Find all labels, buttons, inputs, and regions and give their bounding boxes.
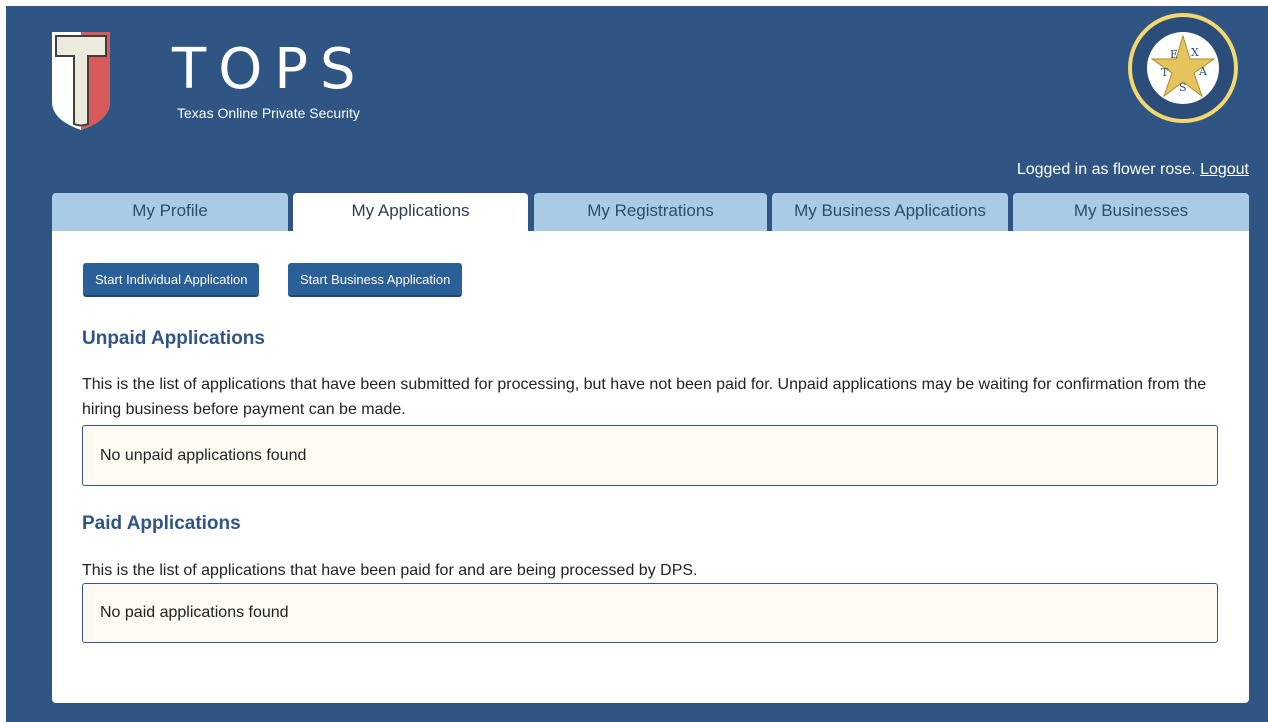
brand-title: TOPS	[172, 37, 368, 102]
logged-in-text: Logged in as flower rose.	[1016, 161, 1196, 178]
tab-my-businesses[interactable]: My Businesses	[1013, 193, 1249, 231]
unpaid-applications-heading: Unpaid Applications	[82, 328, 265, 349]
paid-empty-message: No paid applications found	[100, 604, 289, 621]
dps-seal-icon: E X T A S	[1128, 13, 1238, 123]
unpaid-applications-empty-box: No unpaid applications found	[82, 425, 1218, 486]
content-panel: Start Individual Application Start Busin…	[52, 231, 1249, 703]
paid-applications-empty-box: No paid applications found	[82, 583, 1218, 643]
seal-letter-s: S	[1179, 81, 1187, 94]
tab-my-registrations[interactable]: My Registrations	[534, 193, 767, 231]
tab-my-business-applications[interactable]: My Business Applications	[772, 193, 1008, 231]
tab-my-applications[interactable]: My Applications	[293, 193, 528, 231]
tab-bar: My Profile My Applications My Registrati…	[52, 193, 1249, 231]
paid-applications-description: This is the list of applications that ha…	[82, 562, 698, 579]
tab-my-profile[interactable]: My Profile	[52, 193, 288, 231]
user-status: Logged in as flower rose. Logout	[1017, 161, 1249, 179]
unpaid-applications-description: This is the list of applications that ha…	[82, 376, 1207, 418]
tops-logo[interactable]: TOPS Texas Online Private Security	[52, 30, 402, 130]
seal-letter-e: E	[1170, 48, 1178, 61]
seal-letter-x: X	[1191, 46, 1199, 59]
start-individual-application-button[interactable]: Start Individual Application	[83, 263, 260, 297]
paid-applications-heading: Paid Applications	[82, 513, 241, 534]
start-business-application-button[interactable]: Start Business Application	[288, 263, 463, 297]
unpaid-empty-message: No unpaid applications found	[100, 447, 307, 464]
tops-shield-icon	[52, 32, 110, 130]
brand-subtitle: Texas Online Private Security	[177, 105, 360, 121]
seal-letter-t: T	[1161, 66, 1169, 79]
logout-link[interactable]: Logout	[1200, 161, 1249, 178]
seal-letter-a: A	[1198, 65, 1208, 78]
